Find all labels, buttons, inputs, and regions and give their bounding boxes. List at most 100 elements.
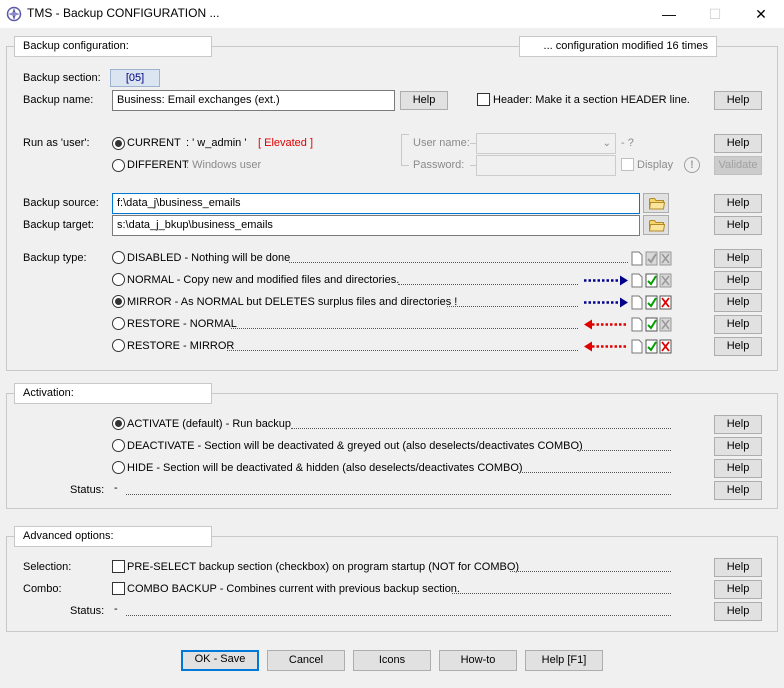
selection-help-button[interactable]: Help <box>714 558 762 577</box>
normal-status-icons <box>584 273 672 288</box>
cancel-button[interactable]: Cancel <box>267 650 345 671</box>
backup-section-label: Backup section: <box>23 72 101 84</box>
activation-status-value: - <box>114 482 118 494</box>
elevated-badge: [ Elevated ] <box>258 137 314 149</box>
type-restore-mirror-help-button[interactable]: Help <box>714 337 762 356</box>
validate-button[interactable]: Validate <box>714 156 762 175</box>
folder-icon <box>649 220 665 232</box>
dotted-leader <box>518 472 671 473</box>
restore-normal-status-icons <box>584 317 672 332</box>
activation-deactivate-radio[interactable] <box>112 439 125 452</box>
backup-name-label: Backup name: <box>23 94 94 106</box>
username-dropdown[interactable]: ⌄ <box>476 133 616 154</box>
dotted-leader <box>452 593 671 594</box>
restore-mirror-status-icons <box>584 339 672 354</box>
backup-name-help-button[interactable]: Help <box>400 91 448 110</box>
source-browse-button[interactable] <box>643 193 669 213</box>
folder-icon <box>649 198 665 210</box>
type-disabled-help-button[interactable]: Help <box>714 249 762 268</box>
credentials-bracket <box>401 134 409 166</box>
modified-count-label: ... configuration modified 16 times <box>519 36 717 57</box>
dotted-leader <box>227 350 578 351</box>
password-input[interactable] <box>476 155 616 176</box>
icons-button[interactable]: Icons <box>353 650 431 671</box>
selection-label: Selection: <box>23 561 72 573</box>
backup-target-label: Backup target: <box>23 219 94 231</box>
password-label: Password: <box>413 159 465 171</box>
dotted-leader <box>398 284 578 285</box>
combo-label: Combo: <box>23 583 62 595</box>
windows-user-label: : Windows user <box>186 159 262 171</box>
dotted-leader <box>231 328 578 329</box>
window-title: TMS - Backup CONFIGURATION ... <box>27 6 220 20</box>
backup-type-disabled-label: DISABLED - Nothing will be done <box>127 252 291 264</box>
source-help-button[interactable]: Help <box>714 194 762 213</box>
dotted-leader <box>577 450 671 451</box>
backup-configuration-title: Backup configuration: <box>14 36 212 57</box>
app-icon <box>6 6 22 22</box>
mirror-status-icons <box>584 295 672 310</box>
run-as-different-radio[interactable] <box>112 159 125 172</box>
dotted-leader <box>126 494 671 495</box>
backup-type-disabled-radio[interactable] <box>112 251 125 264</box>
backup-type-restore-mirror-radio[interactable] <box>112 339 125 352</box>
backup-type-restore-normal-radio[interactable] <box>112 317 125 330</box>
how-to-button[interactable]: How-to <box>439 650 517 671</box>
backup-type-label: Backup type: <box>23 252 87 264</box>
header-checkbox[interactable] <box>477 93 490 106</box>
ok-save-button[interactable]: OK - Save <box>181 650 259 671</box>
preselect-checkbox[interactable] <box>112 560 125 573</box>
display-password-checkbox[interactable] <box>621 158 634 171</box>
username-label: User name: <box>413 137 470 149</box>
advanced-options-title: Advanced options: <box>14 526 212 547</box>
username-hint: - ? <box>621 137 634 149</box>
type-mirror-help-button[interactable]: Help <box>714 293 762 312</box>
chevron-down-icon: ⌄ <box>602 138 611 149</box>
header-help-button[interactable]: Help <box>714 91 762 110</box>
maximize-button[interactable]: ☐ <box>692 0 738 28</box>
run-as-help-button[interactable]: Help <box>714 134 762 153</box>
advanced-status-label: Status: <box>70 605 105 617</box>
run-as-label: Run as 'user': <box>23 137 90 149</box>
display-password-label: Display <box>637 159 674 171</box>
target-browse-button[interactable] <box>643 215 669 235</box>
activation-activate-label: ACTIVATE (default) - Run backup <box>127 418 292 430</box>
deactivate-help-button[interactable]: Help <box>714 437 762 456</box>
current-user-value: : ' w_admin ' <box>186 137 247 149</box>
dotted-leader <box>447 306 578 307</box>
header-checkbox-label: Header: Make it a section HEADER line. <box>493 94 690 106</box>
dotted-leader <box>126 615 671 616</box>
type-restore-normal-help-button[interactable]: Help <box>714 315 762 334</box>
activation-deactivate-label: DEACTIVATE - Section will be deactivated… <box>127 440 583 452</box>
close-button[interactable]: ✕ <box>738 0 784 28</box>
hide-help-button[interactable]: Help <box>714 459 762 478</box>
activation-activate-radio[interactable] <box>112 417 125 430</box>
activation-title: Activation: <box>14 383 212 404</box>
activate-help-button[interactable]: Help <box>714 415 762 434</box>
activation-status-help-button[interactable]: Help <box>714 481 762 500</box>
backup-source-label: Backup source: <box>23 197 99 209</box>
advanced-status-help-button[interactable]: Help <box>714 602 762 621</box>
backup-target-input[interactable]: s:\data_j_bkup\business_emails <box>112 215 640 236</box>
dotted-leader <box>510 571 671 572</box>
backup-name-input[interactable]: Business: Email exchanges (ext.) <box>112 90 395 111</box>
help-f1-button[interactable]: Help [F1] <box>525 650 603 671</box>
backup-source-input[interactable]: f:\data_j\business_emails <box>112 193 640 214</box>
run-as-different-label: DIFFERENT <box>127 159 189 171</box>
backup-type-normal-radio[interactable] <box>112 273 125 286</box>
dotted-leader <box>289 262 628 263</box>
combo-help-button[interactable]: Help <box>714 580 762 599</box>
backup-type-mirror-label: MIRROR - As NORMAL but DELETES surplus f… <box>127 296 458 308</box>
backup-type-restore-mirror-label: RESTORE - MIRROR <box>127 340 235 352</box>
combo-checkbox[interactable] <box>112 582 125 595</box>
minimize-button[interactable]: — <box>646 0 692 28</box>
dotted-leader <box>291 428 671 429</box>
target-help-button[interactable]: Help <box>714 216 762 235</box>
type-normal-help-button[interactable]: Help <box>714 271 762 290</box>
activation-hide-radio[interactable] <box>112 461 125 474</box>
backup-section-badge: [05] <box>110 69 160 87</box>
backup-type-normal-label: NORMAL - Copy new and modified files and… <box>127 274 400 286</box>
backup-type-mirror-radio[interactable] <box>112 295 125 308</box>
run-as-current-radio[interactable] <box>112 137 125 150</box>
disabled-status-icons <box>631 251 672 266</box>
